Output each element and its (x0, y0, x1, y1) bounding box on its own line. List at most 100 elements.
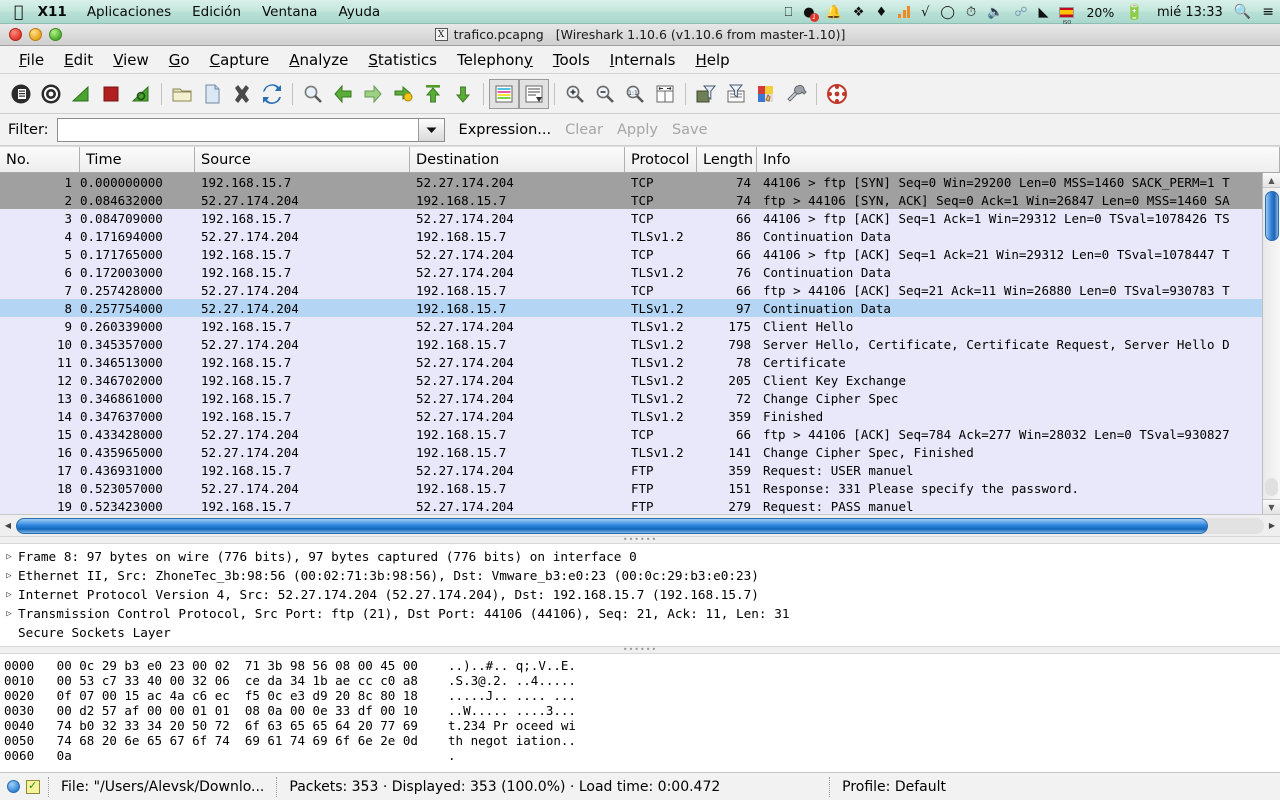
hexdump-row[interactable]: 0020 0f 07 00 15 ac 4a c6 ec f5 0c e3 d9… (0, 688, 1280, 703)
find-packet-icon[interactable] (298, 79, 328, 109)
menu-internals[interactable]: Internals (600, 49, 686, 71)
hexdump-row[interactable]: 0000 00 0c 29 b3 e0 23 00 02 71 3b 98 56… (0, 658, 1280, 673)
hexdump-row[interactable]: 0050 74 68 20 6e 65 67 6f 74 69 61 74 69… (0, 733, 1280, 748)
expand-triangle-icon[interactable]: ▷ (0, 590, 18, 600)
packet-row[interactable]: 170.436931000192.168.15.752.27.174.204FT… (0, 461, 1262, 479)
packet-row[interactable]: 190.523423000192.168.15.752.27.174.204FT… (0, 497, 1262, 514)
packet-row[interactable]: 40.17169400052.27.174.204192.168.15.7TLS… (0, 227, 1262, 245)
window-title-bar[interactable]: X trafico.pcapng [Wireshark 1.10.6 (v1.1… (0, 24, 1280, 46)
packet-row[interactable]: 160.43596500052.27.174.204192.168.15.7TL… (0, 443, 1262, 461)
hexdump-row[interactable]: 0010 00 53 c7 33 40 00 32 06 ce da 34 1b… (0, 673, 1280, 688)
column-header-info[interactable]: Info (757, 147, 1280, 172)
column-header-no[interactable]: No. (0, 147, 80, 172)
colorize-packets-icon[interactable] (489, 79, 519, 109)
osx-menu-ayuda[interactable]: Ayuda (338, 4, 380, 20)
battery-icon[interactable]: 🔋 (1125, 5, 1144, 20)
capture-options-icon[interactable] (36, 79, 66, 109)
expand-triangle-icon[interactable]: ▷ (0, 571, 18, 581)
packet-row[interactable]: 150.43342800052.27.174.204192.168.15.7TC… (0, 425, 1262, 443)
packet-row[interactable]: 20.08463200052.27.174.204192.168.15.7TCP… (0, 191, 1262, 209)
hscrollbar-thumb[interactable] (16, 518, 1208, 534)
packet-row[interactable]: 10.000000000192.168.15.752.27.174.204TCP… (0, 173, 1262, 191)
detail-row[interactable]: ▷Internet Protocol Version 4, Src: 52.27… (0, 585, 1280, 604)
signal-bars-icon[interactable] (898, 6, 910, 18)
go-back-icon[interactable] (328, 79, 358, 109)
resize-columns-icon[interactable] (650, 79, 680, 109)
pane-splitter-bottom[interactable]: •••••• (0, 646, 1280, 654)
menu-statistics[interactable]: Statistics (358, 49, 447, 71)
zoom-out-icon[interactable] (590, 79, 620, 109)
column-header-source[interactable]: Source (195, 147, 410, 172)
packet-row[interactable]: 60.172003000192.168.15.752.27.174.204TLS… (0, 263, 1262, 281)
status-profile[interactable]: Profile: Default (838, 779, 950, 795)
packet-row[interactable]: 140.347637000192.168.15.752.27.174.204TL… (0, 407, 1262, 425)
wifi-icon[interactable]: ◣ (1038, 6, 1048, 19)
packet-list-vertical-scrollbar[interactable]: ▲ ▼ (1262, 173, 1280, 514)
save-filter-button[interactable]: Save (672, 122, 708, 138)
restart-capture-icon[interactable] (126, 79, 156, 109)
packet-details-pane[interactable]: ▷Frame 8: 97 bytes on wire (776 bits), 9… (0, 544, 1280, 646)
packet-row[interactable]: 30.084709000192.168.15.752.27.174.204TCP… (0, 209, 1262, 227)
filter-input[interactable] (58, 119, 418, 141)
chevron-down-icon[interactable] (418, 119, 444, 141)
preferences-icon[interactable] (781, 79, 811, 109)
close-file-icon[interactable] (227, 79, 257, 109)
scrollbar-track[interactable] (1265, 478, 1278, 496)
packet-list[interactable]: 10.000000000192.168.15.752.27.174.204TCP… (0, 173, 1280, 514)
stop-capture-icon[interactable] (96, 79, 126, 109)
spotlight-search-icon[interactable]: 🔍 (1234, 5, 1251, 19)
column-header-destination[interactable]: Destination (410, 147, 625, 172)
time-machine-icon[interactable]: ⏱ (966, 6, 976, 19)
expand-triangle-icon[interactable]: ▷ (0, 552, 18, 562)
packet-row[interactable]: 130.346861000192.168.15.752.27.174.204TL… (0, 389, 1262, 407)
menu-capture[interactable]: Capture (200, 49, 280, 71)
filter-input-wrapper[interactable] (57, 118, 445, 142)
packet-row[interactable]: 70.25742800052.27.174.204192.168.15.7TCP… (0, 281, 1262, 299)
packet-row[interactable]: 80.25775400052.27.174.204192.168.15.7TLS… (0, 299, 1262, 317)
detail-row[interactable]: ▷Transmission Control Protocol, Src Port… (0, 604, 1280, 623)
scrollbar-thumb[interactable] (1265, 191, 1279, 241)
screen-share-icon[interactable]: ⎕ (784, 6, 792, 19)
help-icon[interactable] (822, 79, 852, 109)
column-header-length[interactable]: Length (697, 147, 757, 172)
keyboard-layout-icon[interactable] (1059, 7, 1074, 18)
go-to-packet-icon[interactable] (388, 79, 418, 109)
detail-row[interactable]: Secure Sockets Layer (0, 623, 1280, 642)
auto-scroll-icon[interactable] (519, 79, 549, 109)
dropbox-icon[interactable]: ❖ (853, 6, 865, 19)
apple-logo-icon[interactable]:  (14, 4, 24, 20)
menu-go[interactable]: Go (159, 49, 200, 71)
coloring-rules-icon[interactable] (751, 79, 781, 109)
detail-row[interactable]: ▷Frame 8: 97 bytes on wire (776 bits), 9… (0, 547, 1280, 566)
go-first-packet-icon[interactable] (418, 79, 448, 109)
scroll-left-arrow-icon[interactable]: ◀ (0, 516, 16, 536)
expand-triangle-icon[interactable]: ▷ (0, 609, 18, 619)
menu-file[interactable]: File (9, 49, 54, 71)
packet-row[interactable]: 180.52305700052.27.174.204192.168.15.7FT… (0, 479, 1262, 497)
evernote-icon[interactable]: ♦ (875, 6, 887, 19)
packet-list-horizontal-scrollbar[interactable]: ◀ ▶ (0, 514, 1280, 536)
chat-bubble-icon[interactable]: ◯ (940, 6, 955, 19)
go-last-packet-icon[interactable] (448, 79, 478, 109)
packet-row[interactable]: 90.260339000192.168.15.752.27.174.204TLS… (0, 317, 1262, 335)
hexdump-row[interactable]: 0030 00 d2 57 af 00 00 01 01 08 0a 00 0e… (0, 703, 1280, 718)
osx-menu-aplicaciones[interactable]: Aplicaciones (87, 4, 171, 20)
interfaces-list-icon[interactable] (6, 79, 36, 109)
packet-row[interactable]: 120.346702000192.168.15.752.27.174.204TL… (0, 371, 1262, 389)
volume-icon[interactable]: 🔈 (987, 6, 1003, 19)
pane-splitter-top[interactable]: •••••• (0, 536, 1280, 544)
menu-view[interactable]: View (103, 49, 159, 71)
column-header-time[interactable]: Time (80, 147, 195, 172)
packet-row[interactable]: 110.346513000192.168.15.752.27.174.204TL… (0, 353, 1262, 371)
packet-row[interactable]: 100.34535700052.27.174.204192.168.15.7TL… (0, 335, 1262, 353)
hscrollbar-track[interactable] (16, 518, 1264, 534)
reload-file-icon[interactable] (257, 79, 287, 109)
status-file-info[interactable]: File: "/Users/Alevsk/Downlo... (57, 779, 268, 795)
packet-bytes-pane[interactable]: 0000 00 0c 29 b3 e0 23 00 02 71 3b 98 56… (0, 654, 1280, 760)
clear-filter-button[interactable]: Clear (565, 122, 603, 138)
osx-clock[interactable]: mié 13:33 (1157, 5, 1223, 20)
hexdump-row[interactable]: 0060 0a . (0, 748, 1280, 763)
capture-filters-icon[interactable] (691, 79, 721, 109)
osx-menu-ventana[interactable]: Ventana (262, 4, 317, 20)
osx-menu-edicion[interactable]: Edición (192, 4, 241, 20)
